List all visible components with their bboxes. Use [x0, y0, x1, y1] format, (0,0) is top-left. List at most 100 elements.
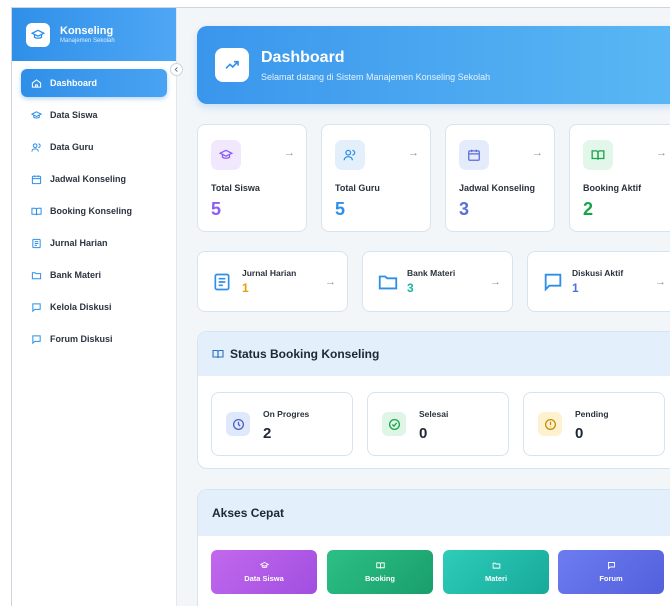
quick-materi-button[interactable]: Materi [443, 550, 549, 594]
page-title: Dashboard [261, 48, 345, 66]
stat-value: 3 [459, 199, 470, 219]
stat-label: Total Guru [335, 183, 380, 193]
quick-label: Forum [599, 574, 623, 583]
stat-value: 2 [583, 199, 594, 219]
quick-booking-button[interactable]: Booking [327, 550, 433, 594]
status-label: Pending [575, 409, 609, 419]
sidebar-item-jurnal-harian[interactable]: Jurnal Harian [21, 229, 167, 257]
sidebar-item-label: Jurnal Harian [50, 238, 108, 248]
check-circle-icon [382, 412, 406, 436]
calendar-icon [459, 140, 489, 170]
stat-value: 5 [211, 199, 222, 219]
sidebar-item-label: Kelola Diskusi [50, 302, 112, 312]
sidebar: Konseling Manajemen Sekolah Dashboard Da… [12, 8, 177, 606]
quick-label: Booking [365, 574, 395, 583]
sidebar-item-bank-materi[interactable]: Bank Materi [21, 261, 167, 289]
chat-icon [32, 302, 41, 312]
stat-card-total-siswa[interactable]: → Total Siswa 5 [197, 124, 307, 232]
stat-label: Booking Aktif [583, 183, 642, 193]
status-value: 0 [575, 425, 584, 442]
sidebar-item-label: Jadwal Konseling [50, 174, 127, 184]
status-label: On Progres [263, 409, 310, 419]
status-value: 0 [419, 425, 428, 442]
stat-label: Total Siswa [211, 183, 260, 193]
stat-label: Bank Materi [407, 268, 456, 278]
quick-data-siswa-button[interactable]: Data Siswa [211, 550, 317, 594]
sidebar-item-jadwal-konseling[interactable]: Jadwal Konseling [21, 165, 167, 193]
main-content: Dashboard Selamat datang di Sistem Manaj… [177, 8, 670, 606]
status-label: Selesai [419, 409, 449, 419]
sidebar-item-label: Bank Materi [50, 270, 102, 280]
stat-card-jurnal-harian[interactable]: Jurnal Harian 1 → [197, 251, 348, 312]
sidebar-item-booking-konseling[interactable]: Booking Konseling [21, 197, 167, 225]
quick-label: Data Siswa [244, 574, 284, 583]
sidebar-item-label: Data Guru [50, 142, 94, 152]
stat-card-total-guru[interactable]: → Total Guru 5 [321, 124, 431, 232]
stat-value: 1 [242, 281, 249, 295]
sidebar-item-data-guru[interactable]: Data Guru [21, 133, 167, 161]
folder-icon [492, 562, 500, 569]
graduation-cap-icon [31, 110, 42, 119]
stat-card-bank-materi[interactable]: Bank Materi 3 → [362, 251, 513, 312]
arrow-right-icon: → [655, 276, 666, 288]
stat-card-diskusi-aktif[interactable]: Diskusi Aktif 1 → [527, 251, 670, 312]
chat-icon [32, 334, 41, 344]
arrow-right-icon: → [325, 276, 336, 288]
stat-label: Jadwal Konseling [459, 183, 536, 193]
stat-label: Diskusi Aktif [572, 268, 624, 278]
sidebar-item-kelola-diskusi[interactable]: Kelola Diskusi [21, 293, 167, 321]
brand-subtitle: Manajemen Sekolah [60, 37, 115, 44]
folder-icon [31, 271, 42, 279]
arrow-right-icon: → [532, 147, 543, 159]
trending-up-icon [215, 48, 249, 82]
stat-card-booking-aktif[interactable]: → Booking Aktif 2 [569, 124, 670, 232]
brand-title: Konseling [60, 24, 114, 37]
section-header: Status Booking Konseling [198, 332, 670, 376]
stat-card-jadwal-konseling[interactable]: → Jadwal Konseling 3 [445, 124, 555, 232]
brand-text: Konseling Manajemen Sekolah [60, 25, 115, 45]
section-header: Akses Cepat [198, 490, 670, 536]
calendar-icon [31, 174, 42, 184]
journal-icon [214, 273, 230, 291]
sidebar-nav: Dashboard Data Siswa Data Guru Jadwal Ko… [12, 61, 176, 365]
journal-icon [32, 238, 41, 248]
users-icon [335, 140, 365, 170]
sidebar-item-label: Dashboard [50, 78, 98, 88]
app-window: Konseling Manajemen Sekolah Dashboard Da… [11, 7, 670, 606]
stat-value: 5 [335, 199, 346, 219]
sidebar-item-dashboard[interactable]: Dashboard [21, 69, 167, 97]
sidebar-item-label: Forum Diskusi [50, 334, 113, 344]
page-subtitle: Selamat datang di Sistem Manajemen Konse… [261, 71, 491, 82]
quick-label: Materi [484, 574, 508, 583]
book-open-icon [31, 207, 42, 215]
arrow-right-icon: → [656, 147, 667, 159]
dashboard-header: Dashboard Selamat datang di Sistem Manaj… [197, 26, 670, 104]
graduation-cap-icon [259, 561, 269, 569]
folder-icon [378, 275, 398, 290]
brand[interactable]: Konseling Manajemen Sekolah [12, 8, 176, 61]
graduation-cap-icon [26, 22, 50, 47]
section-title: Status Booking Konseling [230, 347, 380, 361]
status-pending[interactable]: Pending 0 [523, 392, 665, 456]
sidebar-collapse-button[interactable] [170, 63, 183, 76]
chat-icon [544, 273, 562, 292]
status-value: 2 [263, 425, 272, 442]
sidebar-item-label: Data Siswa [50, 110, 98, 120]
status-selesai[interactable]: Selesai 0 [367, 392, 509, 456]
graduation-cap-icon [211, 140, 241, 170]
book-open-icon [375, 562, 385, 569]
quick-access-panel: Akses Cepat Data Siswa Booking Materi Fo… [197, 489, 670, 606]
quick-forum-button[interactable]: Forum [558, 550, 664, 594]
booking-status-panel: Status Booking Konseling On Progres 2 Se… [197, 331, 670, 469]
users-icon [31, 142, 41, 152]
status-on-progres[interactable]: On Progres 2 [211, 392, 353, 456]
sidebar-item-forum-diskusi[interactable]: Forum Diskusi [21, 325, 167, 353]
alert-circle-icon [538, 412, 562, 436]
arrow-right-icon: → [284, 147, 295, 159]
home-icon [31, 78, 42, 88]
arrow-right-icon: → [408, 147, 419, 159]
section-title: Akses Cepat [212, 506, 285, 520]
stat-value: 3 [407, 281, 414, 295]
sidebar-item-label: Booking Konseling [50, 206, 132, 216]
sidebar-item-data-siswa[interactable]: Data Siswa [21, 101, 167, 129]
